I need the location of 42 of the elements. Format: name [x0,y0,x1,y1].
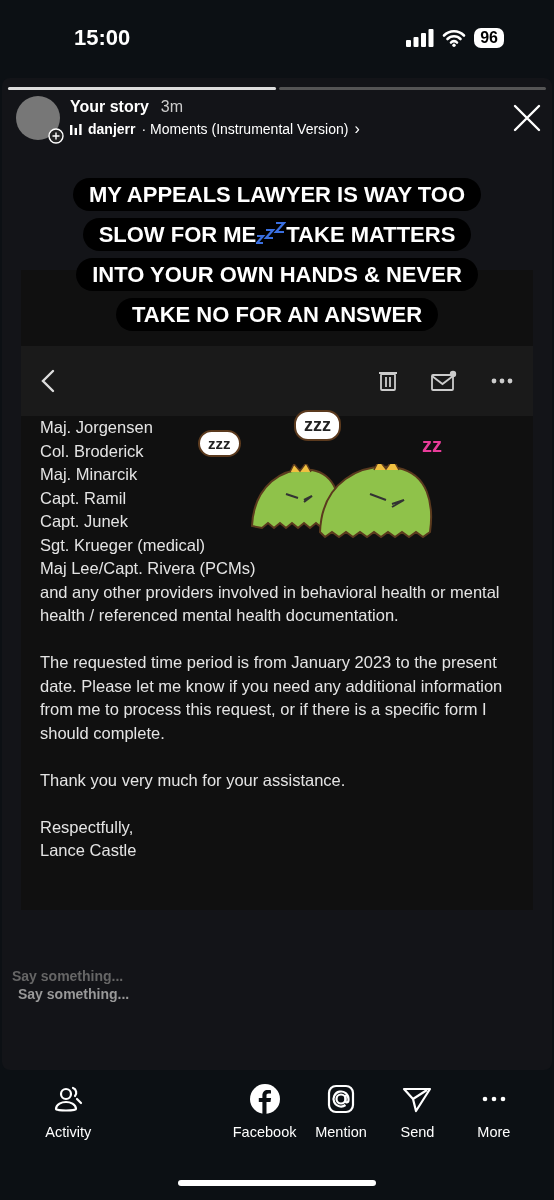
chevron-icon[interactable]: › [354,120,360,138]
story-title: Your story [70,98,149,116]
email-text: Capt. Junek [40,511,129,532]
people-icon [53,1084,84,1114]
mention-icon [326,1084,356,1114]
add-icon[interactable] [48,128,64,144]
email-text: Thank you very much for your assistance. [40,769,346,791]
email-text: Maj. Jorgensen [40,417,153,438]
email-text: Lance Castle [40,840,137,861]
reply-field[interactable]: Say something... [18,986,148,1002]
email-text: Maj Lee/Capt. Rivera (PCMs) [40,558,256,579]
status-time: 15:00 [74,24,131,51]
email-text: The requested time period is from January 2023 to the present date. Please let me know if you need any additional information from me to process this request, or if there is a specific form I should complete. [40,652,504,744]
activity-button[interactable]: Activity [30,1084,107,1140]
mail-icon[interactable] [431,370,457,392]
back-icon[interactable] [41,369,55,393]
close-icon[interactable] [512,103,542,133]
equalizer-icon [70,123,82,135]
sleep-icon [256,222,287,244]
wifi-icon [442,28,467,47]
email-text: Respectfully, [40,816,134,838]
signal-icon [406,28,435,47]
more-icon [481,1096,506,1102]
facebook-button[interactable]: Facebook [226,1084,303,1140]
story-age: 3m [160,98,184,116]
snore-text: zz [422,434,442,457]
mention-button[interactable]: Mention [302,1084,380,1140]
email-text: Capt. Ramil [40,487,127,509]
reply-field[interactable]: Say something... [12,968,142,984]
email-text: and any other providers involved in behavioral health or mental health / referenced mental health documentation. [40,581,501,626]
trash-icon[interactable] [379,371,397,391]
music-artist[interactable]: danjerr [88,121,136,137]
email-text: Maj. Minarcik [40,464,138,485]
more-button[interactable]: More [455,1084,533,1140]
more-icon[interactable] [491,378,513,384]
email-text: Col. Broderick [40,440,144,462]
music-title[interactable]: · Moments (Instrumental Version) [141,121,349,137]
battery-level: 96 [474,27,504,48]
avatar[interactable] [16,96,60,140]
send-button[interactable]: Send [379,1084,456,1140]
facebook-icon [249,1084,280,1114]
email-text: Sgt. Krueger (medical) [40,534,206,556]
